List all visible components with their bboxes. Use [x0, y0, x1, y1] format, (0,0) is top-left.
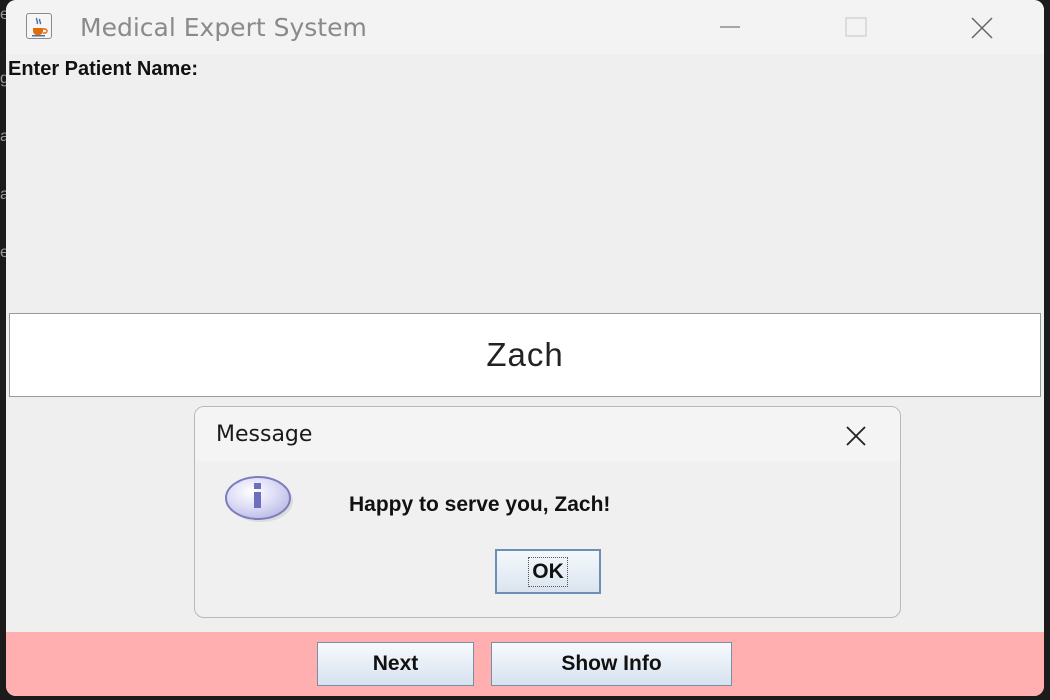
close-icon	[846, 426, 866, 446]
window-title: Medical Expert System	[80, 13, 367, 42]
close-button[interactable]	[950, 0, 1010, 54]
next-button[interactable]: Next	[317, 642, 474, 686]
patient-name-label: Enter Patient Name:	[8, 58, 199, 80]
java-cup-icon	[26, 13, 52, 39]
window-titlebar[interactable]: Medical Expert System	[6, 0, 1044, 54]
minimize-icon	[720, 26, 740, 28]
info-icon	[225, 475, 295, 532]
ok-button-label: OK	[528, 556, 568, 587]
dialog-message: Happy to serve you, Zach!	[349, 493, 611, 516]
dialog-titlebar[interactable]: Message	[195, 407, 900, 461]
patient-name-field[interactable]: Zach	[9, 313, 1041, 397]
message-dialog: Message Happy to serve you, Zach! OK	[194, 406, 901, 618]
minimize-button[interactable]	[698, 0, 758, 54]
main-window: Medical Expert System Enter Patient Name…	[6, 0, 1044, 696]
bottom-button-bar: Next Show Info	[6, 632, 1044, 696]
show-info-button[interactable]: Show Info	[491, 642, 732, 686]
close-icon	[971, 17, 993, 39]
dialog-close-button[interactable]	[835, 419, 875, 451]
ok-button[interactable]: OK	[495, 549, 601, 594]
dialog-title: Message	[216, 422, 313, 447]
maximize-icon	[845, 17, 867, 37]
maximize-button[interactable]	[824, 0, 884, 54]
